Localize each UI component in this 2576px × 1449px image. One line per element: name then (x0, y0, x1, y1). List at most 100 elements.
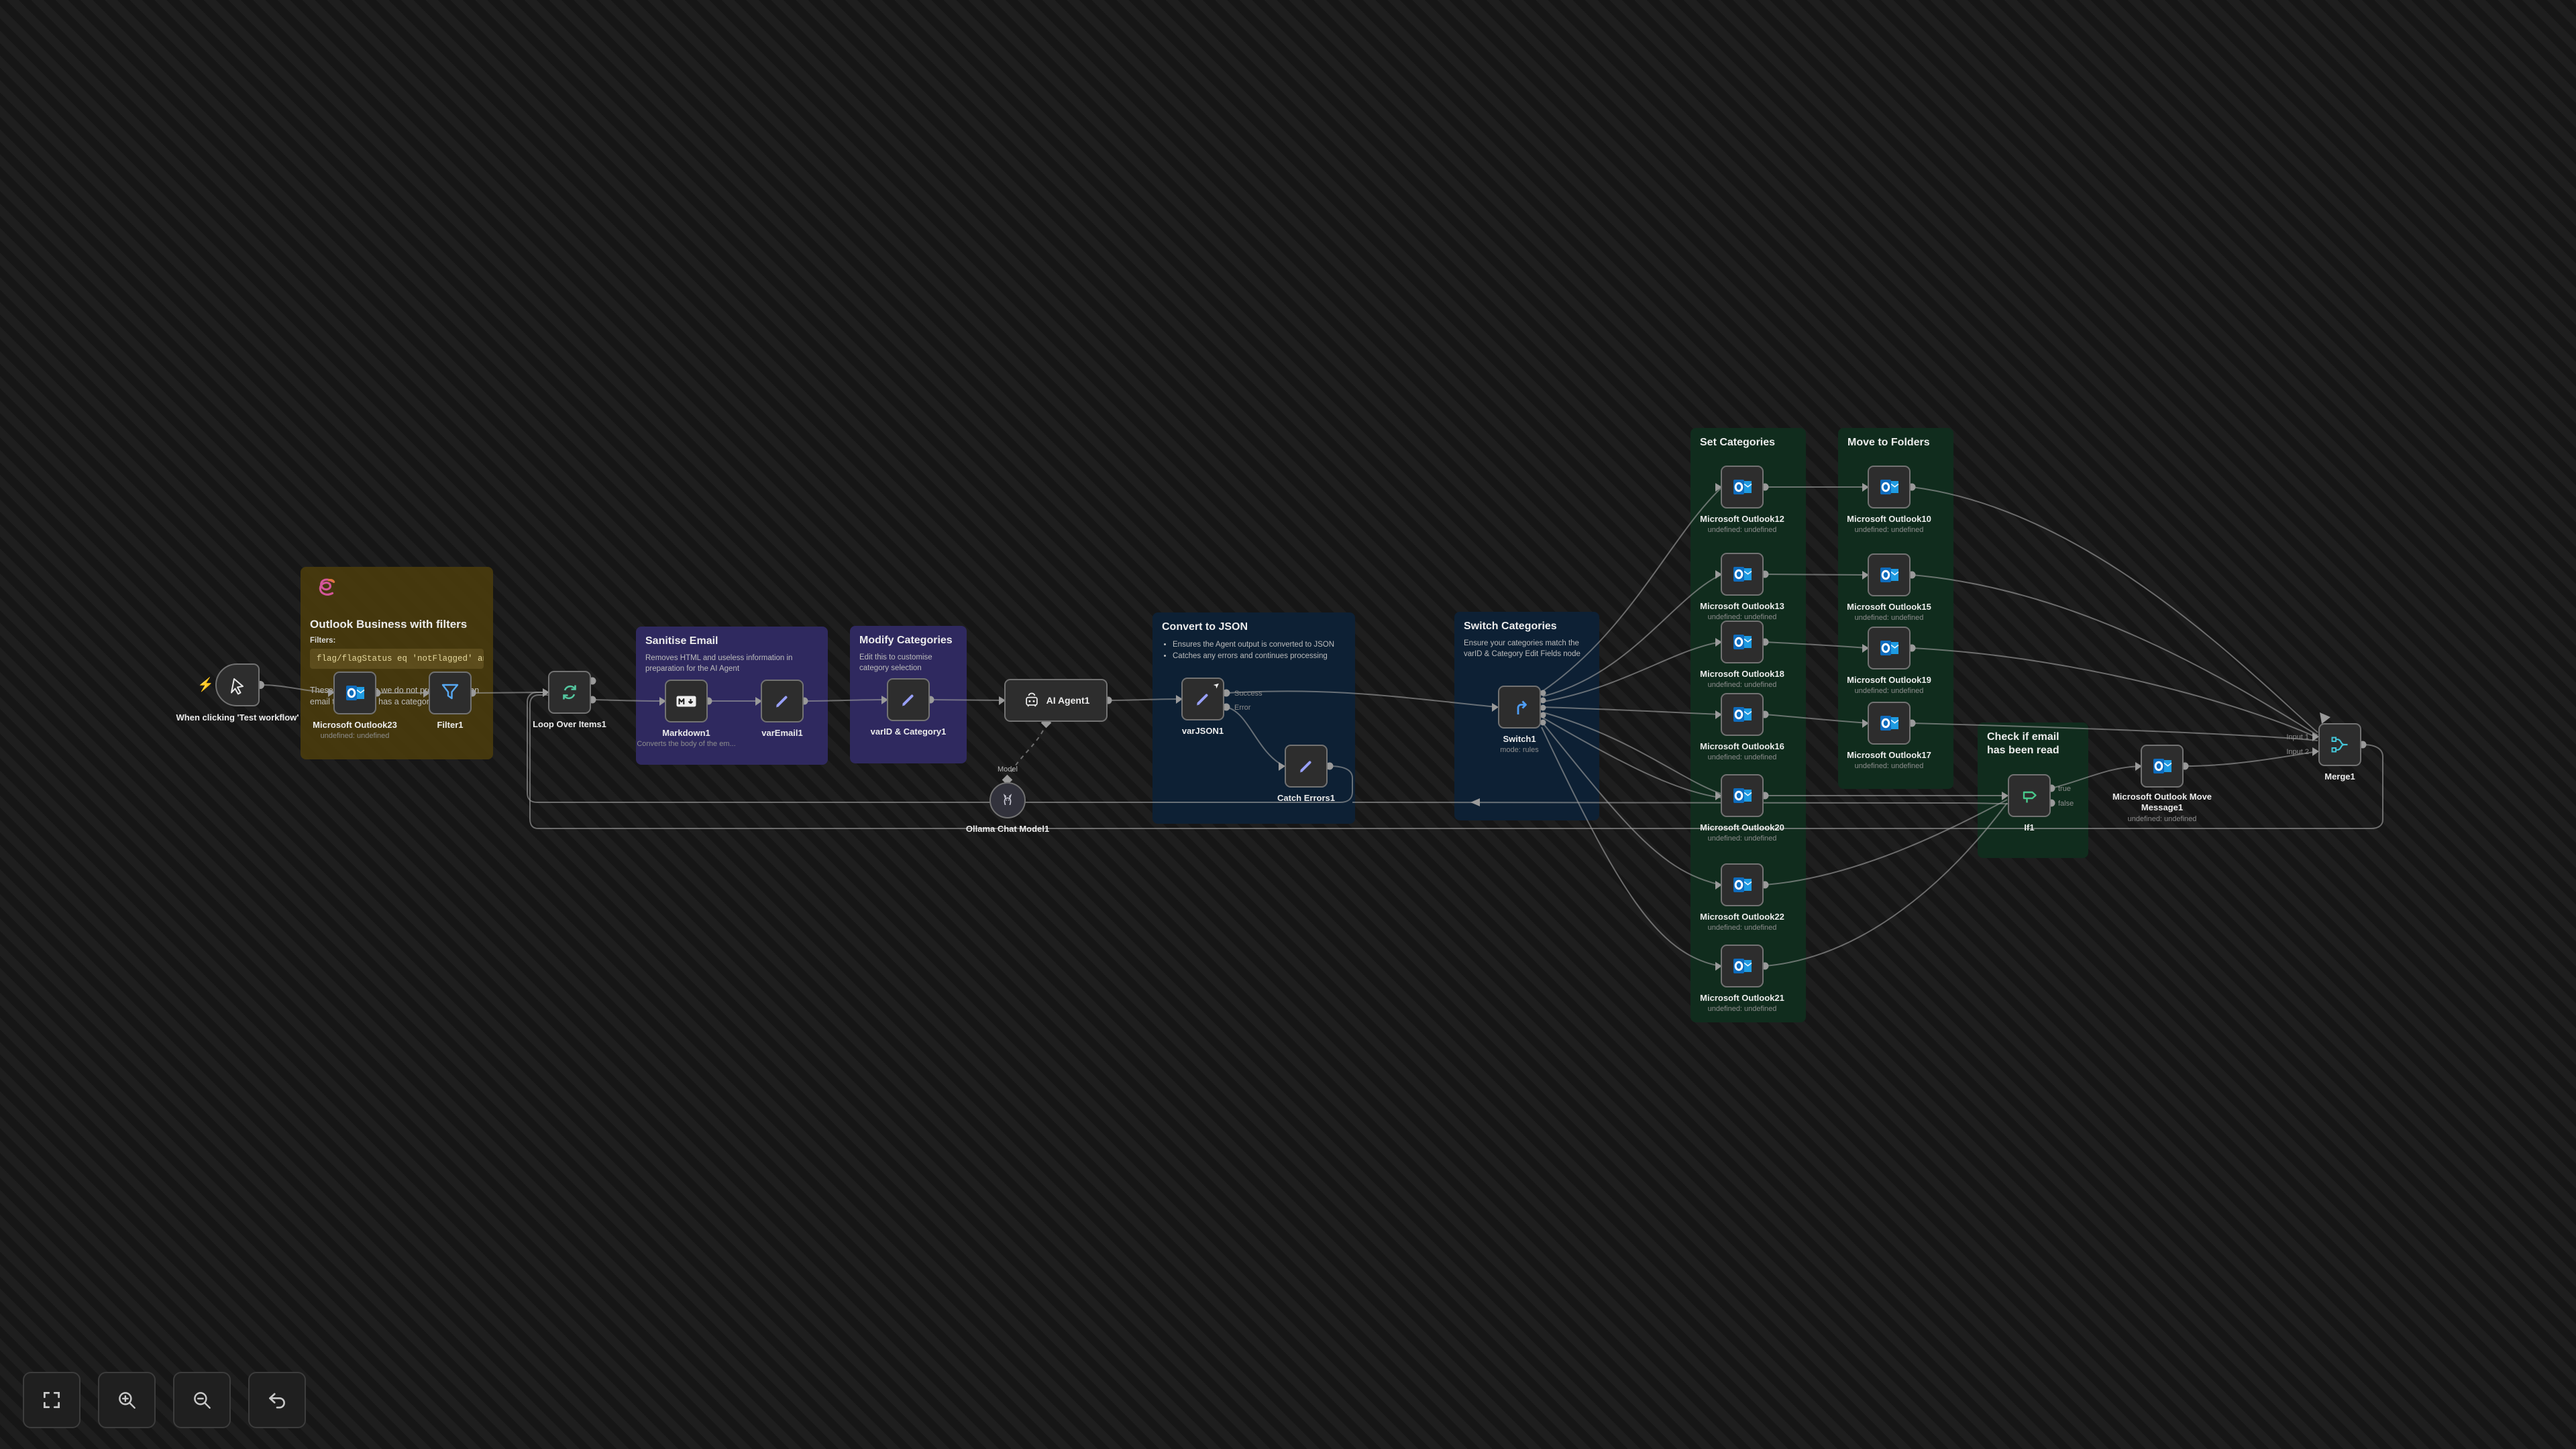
node-label: Microsoft Outlook20 (1668, 822, 1816, 833)
node-label: Switch1 (1446, 734, 1593, 745)
loop-icon (559, 682, 580, 703)
node-move-outlook15[interactable] (1868, 553, 1911, 596)
undo-button[interactable] (248, 1372, 306, 1428)
node-subtitle: undefined: undefined (1815, 614, 1963, 623)
n8n-workflow-canvas[interactable]: { "toolbar": { "buttons": ["fit-view", "… (0, 0, 2576, 1449)
outlook-icon (1878, 476, 1900, 498)
node-label: varEmail1 (708, 728, 856, 739)
node-label: Microsoft Outlook17 (1815, 750, 1963, 761)
node-label: Microsoft Outlook15 (1815, 602, 1963, 612)
node-filter1[interactable] (429, 672, 472, 714)
node-label: Catch Errors1 (1232, 793, 1380, 804)
outlook-icon (1878, 712, 1900, 734)
outlook-icon (1731, 955, 1753, 977)
pencil-icon (1295, 755, 1317, 777)
node-label: varID & Category1 (835, 727, 982, 737)
node-label: Microsoft Outlook22 (1668, 912, 1816, 922)
pencil-icon (1192, 688, 1214, 710)
edge-label-true: true (2058, 785, 2071, 793)
node-subtitle: undefined: undefined (1668, 924, 1816, 933)
llama-icon (998, 791, 1017, 810)
node-set-outlook22[interactable] (1721, 863, 1764, 906)
edge-label-input2: Input 2 (2286, 748, 2309, 756)
node-set-outlook16[interactable] (1721, 693, 1764, 736)
node-subtitle: undefined: undefined (1815, 762, 1963, 771)
node-set-outlook20[interactable] (1721, 774, 1764, 817)
node-subtitle: undefined: undefined (2105, 815, 2219, 824)
node-move-outlook17[interactable] (1868, 702, 1911, 745)
node-markdown1[interactable] (665, 680, 708, 722)
node-subtitle: Converts the body of the em... (612, 740, 760, 749)
outlook-icon (344, 682, 366, 704)
if-icon (2019, 785, 2040, 806)
execution-spark-icon: ⚡ (197, 676, 214, 693)
node-move-outlook10[interactable] (1868, 466, 1911, 508)
node-manual-trigger[interactable] (215, 663, 260, 706)
outlook-icon (1731, 874, 1753, 896)
node-label: Microsoft Outlook18 (1668, 669, 1816, 680)
canvas-toolbar (23, 1372, 306, 1428)
filter-icon (439, 682, 461, 704)
node-microsoft-outlook23[interactable] (333, 672, 376, 714)
node-ai-agent1[interactable]: AI Agent1 (1004, 679, 1108, 722)
zoom-in-button[interactable] (98, 1372, 156, 1428)
node-label: Merge1 (2266, 771, 2414, 782)
node-subtitle: undefined: undefined (1668, 753, 1816, 763)
node-subtitle: undefined: undefined (1668, 1005, 1816, 1014)
node-subtitle: undefined: undefined (1668, 526, 1816, 535)
edge-label-success: Success (1234, 690, 1263, 698)
zoom-out-icon (191, 1389, 213, 1411)
node-varid-category1[interactable] (887, 678, 930, 721)
outlook-icon (1731, 631, 1753, 653)
outlook-icon (1731, 704, 1753, 725)
node-label: Microsoft Outlook13 (1668, 601, 1816, 612)
switch-icon (1509, 696, 1530, 718)
node-label: Microsoft Outlook16 (1668, 741, 1816, 752)
node-outlook-move-message1[interactable] (2141, 745, 2184, 788)
node-label: varJSON1 (1129, 726, 1277, 737)
pencil-icon (898, 689, 919, 710)
zoom-in-icon (115, 1389, 138, 1411)
node-label: Microsoft Outlook10 (1815, 514, 1963, 525)
outlook-icon (1878, 637, 1900, 659)
markdown-icon (676, 690, 697, 712)
node-varjson1[interactable]: ➤ (1181, 678, 1224, 720)
node-loop-over-items1[interactable] (548, 671, 591, 714)
node-set-outlook21[interactable] (1721, 945, 1764, 987)
node-label: Microsoft Outlook Move Message1 (2105, 792, 2219, 814)
pencil-icon (771, 690, 793, 712)
node-switch1[interactable] (1498, 686, 1541, 729)
node-label: AI Agent1 (1046, 695, 1090, 706)
outlook-icon (1731, 564, 1753, 585)
node-label: Microsoft Outlook21 (1668, 993, 1816, 1004)
node-set-outlook12[interactable] (1721, 466, 1764, 508)
node-subtitle: undefined: undefined (1668, 835, 1816, 844)
fit-view-button[interactable] (23, 1372, 80, 1428)
node-merge1[interactable] (2318, 723, 2361, 766)
node-if1[interactable] (2008, 774, 2051, 817)
node-label: If1 (1955, 822, 2103, 833)
undo-icon (266, 1389, 288, 1411)
node-varemail1[interactable] (761, 680, 804, 722)
node-move-outlook19[interactable] (1868, 627, 1911, 669)
node-subtitle: undefined: undefined (281, 732, 429, 741)
edge-label-false: false (2058, 800, 2074, 808)
edge-label-error: Error (1234, 704, 1251, 712)
node-subtitle: undefined: undefined (1815, 526, 1963, 535)
node-set-outlook13[interactable] (1721, 553, 1764, 596)
robot-icon (1022, 691, 1041, 710)
outlook-icon (1731, 476, 1753, 498)
node-label: Microsoft Outlook12 (1668, 514, 1816, 525)
outlook-icon (1731, 785, 1753, 806)
outlook-icon (1878, 564, 1900, 586)
node-catch-errors1[interactable] (1285, 745, 1328, 788)
node-subtitle: mode: rules (1446, 746, 1593, 755)
node-set-outlook18[interactable] (1721, 621, 1764, 663)
node-subtitle: undefined: undefined (1815, 687, 1963, 696)
outlook-icon (2151, 755, 2173, 777)
node-subtitle: undefined: undefined (1668, 681, 1816, 690)
edge-label-input1: Input 1 (2286, 733, 2309, 741)
node-ollama-chat-model1[interactable] (989, 782, 1026, 818)
node-label: Microsoft Outlook19 (1815, 675, 1963, 686)
zoom-out-button[interactable] (173, 1372, 231, 1428)
